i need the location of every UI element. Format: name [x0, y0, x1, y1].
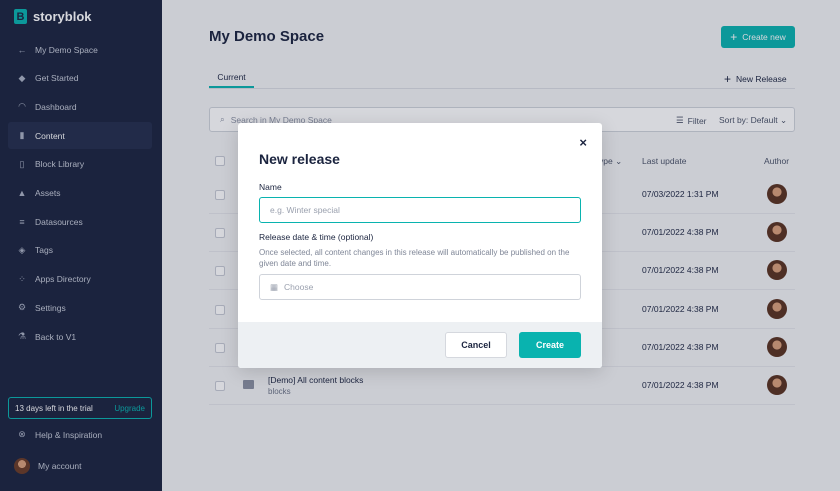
date-label: Release date & time (optional): [259, 232, 374, 242]
name-label: Name: [259, 182, 282, 192]
close-icon[interactable]: ×: [579, 135, 587, 150]
date-placeholder: Choose: [284, 282, 314, 292]
release-name-input[interactable]: [259, 197, 581, 223]
calendar-icon: ▦: [270, 281, 279, 292]
dialog-title: New release: [259, 151, 340, 167]
release-date-picker[interactable]: ▦ Choose: [259, 274, 581, 300]
date-help-text: Once selected, all content changes in th…: [259, 248, 570, 268]
create-button[interactable]: Create: [519, 332, 581, 358]
new-release-dialog: × New release Name Release date & time (…: [238, 123, 602, 368]
cancel-button[interactable]: Cancel: [445, 332, 507, 358]
